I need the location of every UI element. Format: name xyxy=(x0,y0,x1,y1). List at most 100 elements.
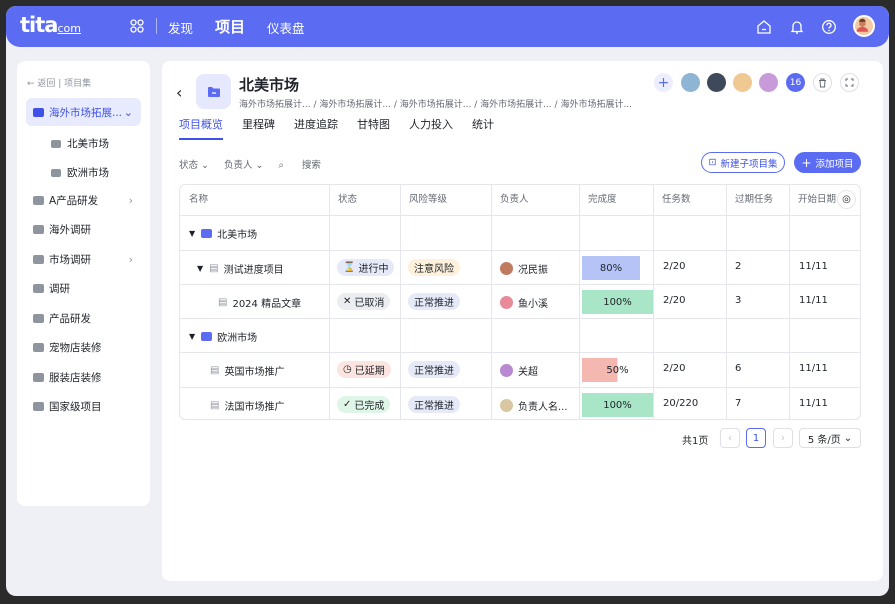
folder-icon xyxy=(33,401,44,411)
nav-projects[interactable]: 项目 xyxy=(215,16,245,37)
back-arrow-icon[interactable]: ‹ xyxy=(176,83,182,102)
folder-icon xyxy=(33,107,44,117)
page-title: 北美市场 xyxy=(239,76,300,94)
group-row[interactable]: ▼ 欧洲市场 xyxy=(180,318,860,352)
tab-progress[interactable]: 进度追踪 xyxy=(294,116,338,140)
search-filter[interactable]: ⌕ 搜索 xyxy=(278,157,335,171)
table-row[interactable]: ▤ 法国市场推广 ✓ 已完成 正常推进 负责人名... 100% 20/220 7 … xyxy=(180,387,860,419)
breadcrumb-item[interactable]: / 海外市场拓展计... xyxy=(394,100,471,110)
status-text: 进行中 xyxy=(358,264,389,275)
new-subproject-set-button[interactable]: ⊡ 新建子项目集 xyxy=(701,152,785,173)
user-avatar[interactable] xyxy=(853,15,875,37)
column-header-owner[interactable]: 负责人 xyxy=(491,185,529,215)
group-row[interactable]: ▼ 北美市场 xyxy=(180,215,860,250)
owner-filter[interactable]: 负责人 ⌄ xyxy=(224,157,263,171)
tita-logo[interactable]: titacom xyxy=(20,13,81,37)
collapse-caret-icon[interactable]: ▼ xyxy=(189,229,195,238)
member-avatar[interactable] xyxy=(681,73,700,92)
sidebar-item-overseas-expansion[interactable]: 海外市场拓展... ⌄ xyxy=(26,98,141,126)
member-count-badge[interactable]: 16 xyxy=(786,73,805,92)
sidebar-item-label: A产品研发 xyxy=(49,194,99,207)
trash-icon xyxy=(819,78,826,87)
table-row[interactable]: ▼ ▤ 测试进度项目 ⌛ 进行中 注意风险 况民振 80% 2/20 2 11/11 xyxy=(180,250,860,284)
page-size-select[interactable]: 5 条/页 ⌄ xyxy=(799,428,861,448)
sidebar-item-clothing-store[interactable]: 服装店装修 xyxy=(26,363,141,391)
tab-gantt[interactable]: 甘特图 xyxy=(357,116,390,140)
column-header-start-date[interactable]: 开始日期 xyxy=(789,185,836,215)
home-icon[interactable] xyxy=(756,19,772,35)
collapse-caret-icon[interactable]: ▼ xyxy=(197,264,203,273)
column-settings-button[interactable]: ◎ xyxy=(837,190,856,209)
group-name-cell: ▼ 北美市场 xyxy=(189,226,257,241)
breadcrumb-item[interactable]: / 海外市场拓展计... xyxy=(555,100,632,110)
sidebar-item-national[interactable]: 国家级项目 xyxy=(26,392,141,420)
sidebar-subitem-north-america[interactable]: 北美市场 xyxy=(51,136,109,151)
tasks-cell: 2/20 xyxy=(663,261,686,272)
tab-milestones[interactable]: 里程碑 xyxy=(242,116,275,140)
page-button-1[interactable]: 1 xyxy=(746,428,766,448)
column-header-status[interactable]: 状态 xyxy=(329,185,357,215)
status-badge: ✕ 已取消 xyxy=(337,293,391,310)
column-header-name[interactable]: 名称 xyxy=(180,185,208,215)
column-header-overdue[interactable]: 过期任务 xyxy=(726,185,773,215)
nav-discover[interactable]: 发现 xyxy=(168,18,193,37)
breadcrumb-item[interactable]: / 海外市场拓展计... xyxy=(313,100,390,110)
risk-badge: 正常推进 xyxy=(408,293,460,310)
plus-icon: + xyxy=(657,74,670,91)
help-icon[interactable] xyxy=(821,19,837,35)
chevron-down-icon[interactable]: ⌄ xyxy=(124,106,133,119)
status-text: 已完成 xyxy=(354,401,385,412)
sidebar-item-pet-store[interactable]: 宠物店装修 xyxy=(26,333,141,361)
avatar xyxy=(500,399,513,412)
start-date-cell: 11/11 xyxy=(799,363,828,374)
breadcrumb-item[interactable]: 海外市场拓展计... xyxy=(239,100,311,110)
prev-page-button[interactable]: ‹ xyxy=(720,428,740,448)
sidebar-item-product-dev[interactable]: 产品研发 xyxy=(26,304,141,332)
project-name-cell: ▤ 英国市场推广 xyxy=(210,363,284,378)
add-member-button[interactable]: + xyxy=(654,73,673,92)
chevron-down-icon: ⌄ xyxy=(843,432,853,444)
add-project-button[interactable]: + 添加项目 xyxy=(794,152,861,173)
column-header-progress[interactable]: 完成度 xyxy=(579,185,617,215)
sidebar-item-overseas-research[interactable]: 海外调研 xyxy=(26,215,141,243)
project-icon: ▤ xyxy=(218,297,228,308)
folder-icon xyxy=(33,195,44,205)
table-row[interactable]: ▤ 英国市场推广 ◷ 已延期 正常推进 关超 50% 2/20 6 11/11 xyxy=(180,352,860,387)
button-label: 新建子项目集 xyxy=(720,158,778,170)
chevron-right-icon[interactable]: › xyxy=(129,194,133,207)
search-icon: ⌕ xyxy=(278,160,287,171)
member-avatar[interactable] xyxy=(707,73,726,92)
back-to-project-set-link[interactable]: ← 返回 | 项目集 xyxy=(27,76,91,89)
progress-bar: 50% xyxy=(582,358,653,382)
member-avatar[interactable] xyxy=(759,73,778,92)
column-header-risk[interactable]: 风险等级 xyxy=(400,185,447,215)
folder-icon xyxy=(51,168,61,177)
status-filter[interactable]: 状态 ⌄ xyxy=(179,157,209,171)
delete-button[interactable] xyxy=(813,73,832,92)
risk-badge: 正常推进 xyxy=(408,396,460,413)
fullscreen-button[interactable] xyxy=(840,73,859,92)
tab-statistics[interactable]: 统计 xyxy=(472,116,494,140)
project-icon: ▤ xyxy=(210,365,220,376)
sidebar-item-market-research[interactable]: 市场调研 › xyxy=(26,245,141,273)
collapse-caret-icon[interactable]: ▼ xyxy=(189,332,195,341)
member-avatar[interactable] xyxy=(733,73,752,92)
next-page-button[interactable]: › xyxy=(773,428,793,448)
bell-icon[interactable] xyxy=(789,19,805,35)
status-text: 已取消 xyxy=(354,298,385,309)
sidebar-item-research[interactable]: 调研 xyxy=(26,274,141,302)
folder-icon xyxy=(33,372,44,382)
sidebar-subitem-europe[interactable]: 欧洲市场 xyxy=(51,165,109,180)
chevron-right-icon[interactable]: › xyxy=(129,253,133,266)
folder-icon xyxy=(33,342,44,352)
table-row[interactable]: ▤ 2024 精品文章 ✕ 已取消 正常推进 鱼小溪 100% 2/20 3 11/… xyxy=(180,284,860,318)
nav-dashboard[interactable]: 仪表盘 xyxy=(267,18,305,37)
folder-icon xyxy=(201,332,213,341)
start-date-cell: 11/11 xyxy=(799,398,828,409)
tab-manpower[interactable]: 人力投入 xyxy=(409,116,453,140)
column-header-tasks[interactable]: 任务数 xyxy=(653,185,691,215)
apps-grid-icon[interactable] xyxy=(130,19,144,33)
tab-overview[interactable]: 项目概览 xyxy=(179,116,223,140)
breadcrumb-item[interactable]: / 海外市场拓展计... xyxy=(474,100,551,110)
sidebar-item-a-product[interactable]: A产品研发 › xyxy=(26,186,141,214)
